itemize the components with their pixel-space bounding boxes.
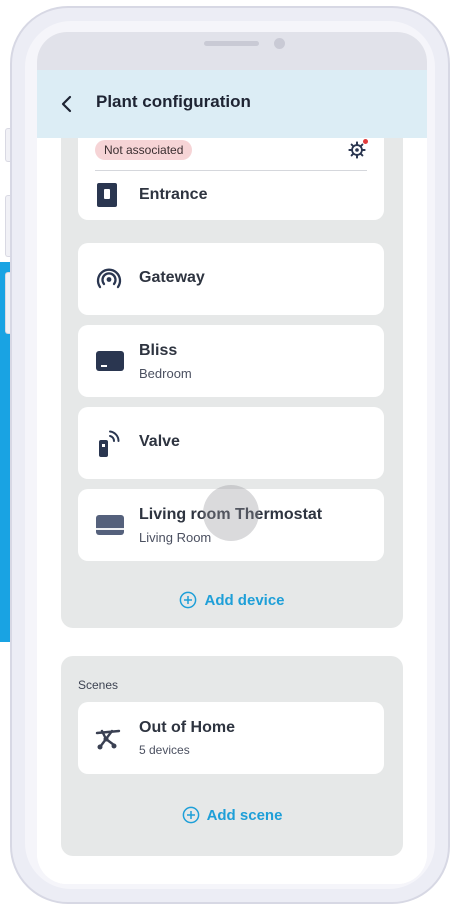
plus-circle-icon <box>180 591 197 609</box>
scenes-group: Scenes Out of Home 5 devices Add scene <box>61 656 403 856</box>
valve-icon <box>99 430 120 457</box>
device-card-entrance[interactable]: Not associated Entrance <box>78 138 384 220</box>
app-screen: Plant configuration Not associated Entra… <box>37 32 427 884</box>
devices-group: Not associated Entrance Gateway Bliss Be… <box>61 138 403 628</box>
device-title: Gateway <box>139 269 205 286</box>
scene-device-count: 5 devices <box>139 743 190 757</box>
device-location: Living Room <box>139 530 212 545</box>
device-title: Bliss <box>139 342 178 359</box>
section-label: Scenes <box>78 678 119 692</box>
device-title: Valve <box>139 433 180 450</box>
scene-card-out-of-home[interactable]: Out of Home 5 devices <box>78 702 384 774</box>
notification-dot <box>363 139 368 144</box>
gateway-icon <box>96 268 122 289</box>
add-scene-label: Add scene <box>206 806 283 824</box>
plus-circle-icon <box>182 806 199 824</box>
status-badge: Not associated <box>95 140 193 160</box>
add-device-button[interactable]: Add device <box>61 591 403 609</box>
page-title: Plant configuration <box>96 92 251 111</box>
app-header: Plant configuration <box>37 70 427 138</box>
scene-icon <box>95 729 121 750</box>
device-location: Bedroom <box>139 366 192 381</box>
door-panel-icon <box>97 183 117 207</box>
device-title: Entrance <box>139 186 208 203</box>
add-device-label: Add device <box>204 591 285 609</box>
main-content[interactable]: Not associated Entrance Gateway Bliss Be… <box>37 138 427 884</box>
add-scene-button[interactable]: Add scene <box>61 806 403 824</box>
touch-indicator <box>203 485 259 541</box>
speaker-grille <box>204 41 259 46</box>
device-card-bliss[interactable]: Bliss Bedroom <box>78 325 384 397</box>
device-card-valve[interactable]: Valve <box>78 407 384 479</box>
chevron-left-icon[interactable] <box>57 94 77 114</box>
front-camera <box>274 38 285 49</box>
status-notch <box>37 32 427 70</box>
display-device-icon <box>96 351 124 371</box>
card-divider <box>95 170 367 171</box>
scene-title: Out of Home <box>139 719 235 736</box>
device-card-gateway[interactable]: Gateway <box>78 243 384 315</box>
thermostat-icon <box>96 515 124 535</box>
